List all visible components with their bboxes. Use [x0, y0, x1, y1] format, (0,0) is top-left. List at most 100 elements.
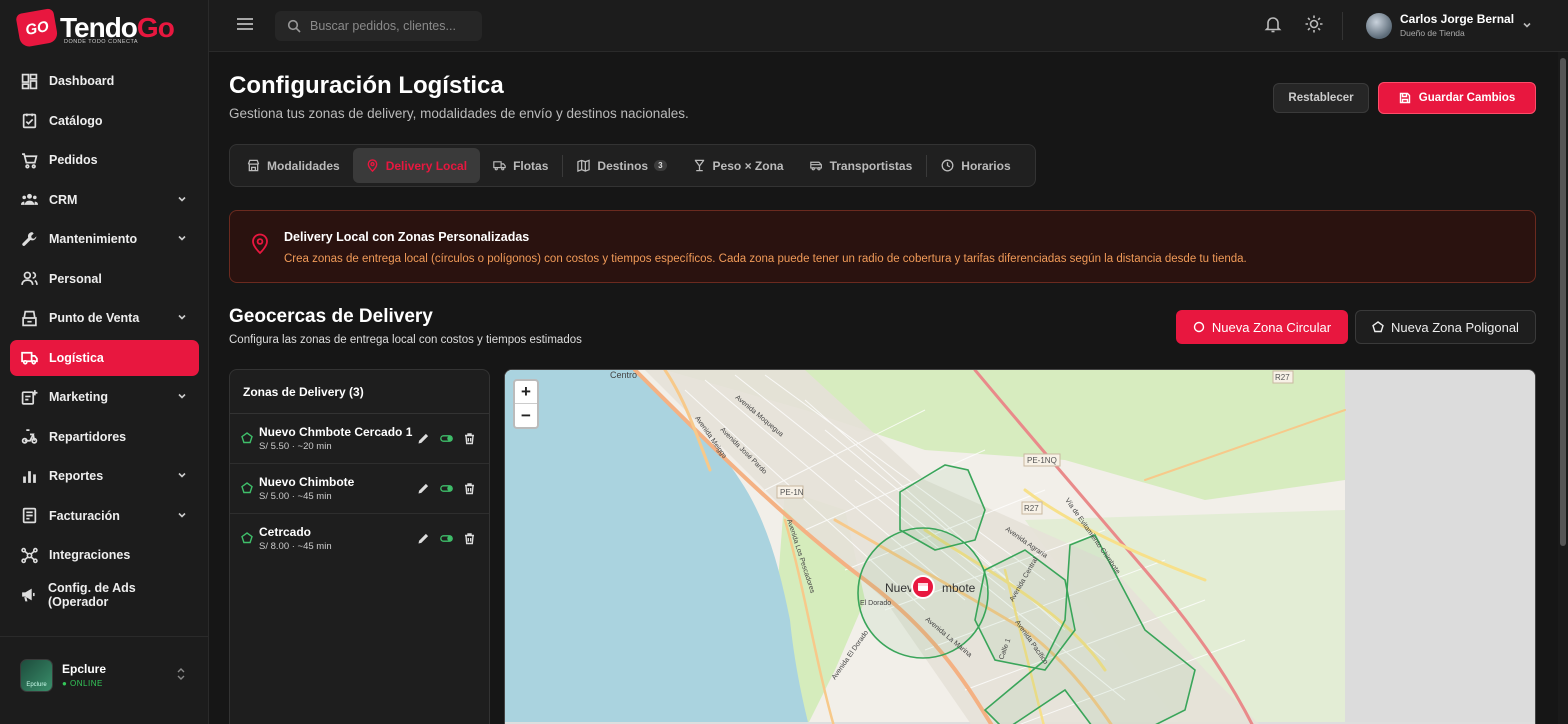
map-label-el-dorado: El Dorado [860, 600, 891, 607]
switch-arrows-icon[interactable] [175, 667, 187, 681]
tab-separator [926, 154, 928, 177]
sidebar-item-integraciones[interactable]: Integraciones [10, 537, 199, 573]
main-content: Configuración Logística Gestiona tus zon… [209, 52, 1568, 724]
pentagon-icon [241, 482, 253, 494]
zones-panel-title: Zonas de Delivery (3) [230, 370, 489, 414]
store-status: ● ONLINE [62, 679, 103, 688]
logo-tagline: DONDE TODO CONECTA [64, 39, 139, 45]
tab-flotas[interactable]: Flotas [480, 148, 561, 183]
sidebar-item-dashboard[interactable]: Dashboard [10, 63, 199, 99]
sidebar-item-label: CRM [49, 192, 78, 207]
store-marker-icon[interactable] [911, 575, 935, 599]
search-icon [287, 19, 301, 33]
trash-icon[interactable] [463, 432, 476, 445]
truck-icon [20, 349, 38, 367]
list-item[interactable]: Cetrcado S/ 8.00 · ~45 min [230, 514, 489, 564]
tab-peso-zona[interactable]: Peso × Zona [680, 148, 797, 183]
save-changes-button[interactable]: Guardar Cambios [1378, 82, 1536, 114]
catalog-icon [20, 112, 38, 130]
page-scrollbar[interactable] [1558, 52, 1568, 724]
tab-modalidades[interactable]: Modalidades [234, 148, 353, 183]
new-polygon-zone-button[interactable]: Nueva Zona Poligonal [1355, 310, 1536, 344]
user-name[interactable]: Carlos Jorge Bernal [1400, 12, 1514, 26]
toggle-icon[interactable] [440, 482, 453, 495]
pentagon-icon [1372, 321, 1384, 333]
sidebar-item-pedidos[interactable]: Pedidos [10, 142, 199, 178]
sidebar-item-personal[interactable]: Personal [10, 261, 199, 297]
map-label-city-right: mbote [942, 581, 976, 595]
sidebar-item-label: Catálogo [49, 113, 103, 128]
trash-icon[interactable] [463, 532, 476, 545]
edit-icon[interactable] [417, 482, 430, 495]
save-icon [1399, 92, 1410, 104]
save-button-label: Guardar Cambios [1418, 92, 1516, 104]
tab-horarios[interactable]: Horarios [928, 148, 1023, 183]
sun-icon[interactable] [1304, 14, 1324, 34]
sidebar: GO TendoGo DONDE TODO CONECTA Dashboard … [0, 0, 209, 724]
topbar-divider [1342, 12, 1343, 40]
sidebar-item-label: Pedidos [49, 153, 98, 167]
new-circular-zone-button[interactable]: Nueva Zona Circular [1176, 310, 1348, 344]
sidebar-item-label: Integraciones [49, 548, 131, 562]
zones-panel: Zonas de Delivery (3) Nuevo Chmbote Cerc… [229, 369, 490, 724]
menu-icon[interactable] [236, 16, 254, 32]
search-box[interactable] [275, 11, 482, 41]
info-alert: Delivery Local con Zonas Personalizadas … [229, 210, 1536, 283]
map-label-centro: Centro [610, 370, 637, 380]
tab-delivery-local[interactable]: Delivery Local [352, 148, 481, 183]
trash-icon[interactable] [463, 482, 476, 495]
store-avatar: Epclure [20, 659, 53, 692]
destinos-count-badge: 3 [654, 160, 667, 171]
sidebar-item-logistica[interactable]: Logística [10, 339, 199, 376]
list-item[interactable]: Nuevo Chimbote S/ 5.00 · ~45 min [230, 464, 489, 514]
map-canvas[interactable]: Centro Nuevo C mbote El Dorado Avenida J… [505, 370, 1536, 724]
user-avatar[interactable] [1366, 13, 1392, 39]
scooter-icon [20, 428, 38, 446]
map-icon [577, 159, 591, 172]
logistics-tabs: Modalidades Delivery Local Flotas Destin… [229, 144, 1036, 187]
invoice-icon [20, 507, 38, 525]
list-item[interactable]: Nuevo Chmbote Cercado 1 S/ 5.50 · ~20 mi… [230, 414, 489, 464]
chevron-down-icon [178, 196, 186, 202]
tab-transportistas[interactable]: Transportistas [797, 148, 926, 183]
register-icon [20, 309, 38, 327]
sidebar-item-punto-de-venta[interactable]: Punto de Venta [10, 300, 199, 336]
edit-icon[interactable] [417, 432, 430, 445]
search-input[interactable] [310, 19, 470, 33]
edit-icon[interactable] [417, 532, 430, 545]
sidebar-item-label: Logística [49, 350, 104, 365]
chevron-down-icon[interactable] [1522, 20, 1532, 30]
alert-text: Crea zonas de entrega local (círculos o … [284, 253, 1247, 265]
sidebar-item-reportes[interactable]: Reportes [10, 458, 199, 494]
circle-icon [1193, 321, 1205, 333]
sidebar-item-catalogo[interactable]: Catálogo [10, 103, 199, 139]
chevron-down-icon [178, 235, 186, 241]
sidebar-item-label: Facturación [49, 508, 120, 523]
tab-destinos[interactable]: Destinos 3 [564, 148, 679, 183]
scrollbar-thumb[interactable] [1560, 58, 1566, 546]
section-title: Geocercas de Delivery [229, 306, 433, 327]
map-pin-icon [252, 233, 268, 255]
brand-logo[interactable]: GO TendoGo DONDE TODO CONECTA [15, 7, 175, 49]
toggle-icon[interactable] [440, 532, 453, 545]
logo-text-go: Go [136, 12, 175, 43]
store-switcher[interactable]: Epclure Epclure ● ONLINE [0, 636, 209, 724]
toggle-icon[interactable] [440, 432, 453, 445]
sidebar-item-marketing[interactable]: Marketing [10, 379, 199, 415]
sidebar-item-label: Config. de Ads (Operador [48, 580, 136, 609]
truck-icon [493, 161, 506, 171]
user-role: Dueño de Tienda [1400, 28, 1465, 38]
sidebar-item-mantenimiento[interactable]: Mantenimiento [10, 221, 199, 257]
sidebar-item-repartidores[interactable]: Repartidores [10, 419, 199, 455]
map-label-r27-a: R27 [1024, 504, 1039, 513]
sidebar-item-config-ads[interactable]: Config. de Ads (Operador [10, 577, 199, 613]
delivery-map[interactable]: Centro Nuevo C mbote El Dorado Avenida J… [504, 369, 1536, 724]
bell-icon[interactable] [1263, 14, 1283, 34]
store-icon [247, 159, 260, 172]
sidebar-item-facturacion[interactable]: Facturación [10, 498, 199, 534]
sidebar-item-crm[interactable]: CRM [10, 182, 199, 218]
zoom-out-button[interactable]: − [515, 404, 537, 427]
reset-button[interactable]: Restablecer [1273, 83, 1369, 113]
zone-meta: S/ 8.00 · ~45 min [259, 541, 332, 552]
zoom-in-button[interactable]: + [515, 381, 537, 404]
